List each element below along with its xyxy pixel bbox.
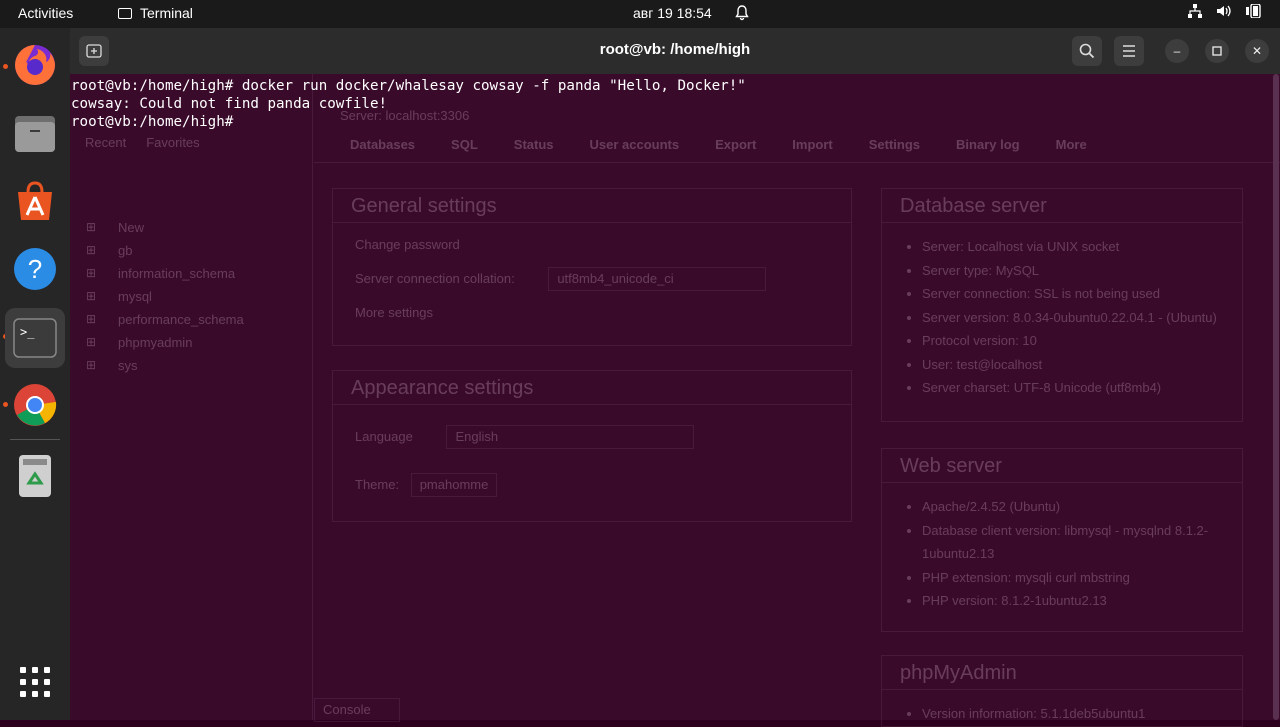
ghost-list-item: Server connection: SSL is not being used bbox=[922, 282, 1242, 306]
firefox-icon[interactable] bbox=[11, 41, 59, 89]
ghost-collation-select: utf8mb4_unicode_ci bbox=[548, 267, 767, 291]
terminal-line: cowsay: Could not find panda cowfile! bbox=[71, 96, 388, 112]
ghost-appearance-settings: Appearance settings Language English The… bbox=[332, 370, 852, 522]
bell-icon[interactable] bbox=[735, 5, 749, 24]
search-icon bbox=[1079, 43, 1095, 59]
search-button[interactable] bbox=[1072, 36, 1102, 66]
app-name-label: Terminal bbox=[140, 5, 193, 21]
terminal-scrollbar[interactable] bbox=[1272, 74, 1280, 720]
app-menu[interactable]: Terminal bbox=[118, 5, 193, 21]
top-bar: Activities Terminal авг 19 18:54 bbox=[0, 0, 1280, 28]
ghost-web-server-list: Apache/2.4.52 (Ubuntu) Database client v… bbox=[882, 495, 1242, 613]
ghost-tab: More bbox=[1055, 136, 1087, 152]
ghost-tab: SQL bbox=[451, 136, 478, 152]
network-icon bbox=[1188, 4, 1202, 18]
ghost-list-item: Database client version: libmysql - mysq… bbox=[922, 519, 1242, 566]
background-browser-page: Recent Favorites New gb information_sche… bbox=[70, 74, 1280, 727]
terminal-icon[interactable]: >_ bbox=[5, 308, 65, 368]
ghost-list-item: Protocol version: 10 bbox=[922, 329, 1242, 353]
ghost-language-label: Language bbox=[355, 429, 413, 444]
ghost-pma-list: Version information: 5.1.1deb5ubuntu1 bbox=[882, 702, 1242, 726]
minimize-button[interactable]: – bbox=[1165, 39, 1189, 63]
ghost-db-item: performance_schema bbox=[86, 312, 244, 335]
ghost-collation-label: Server connection collation: bbox=[355, 271, 515, 286]
app-center-icon[interactable] bbox=[11, 177, 59, 225]
power-icon bbox=[1246, 4, 1261, 18]
ghost-tab: Settings bbox=[868, 136, 921, 152]
terminal-line: root@vb:/home/high# bbox=[71, 114, 242, 130]
ghost-panel-title: Appearance settings bbox=[333, 371, 851, 405]
ghost-db-item: New bbox=[86, 220, 244, 243]
svg-text:>_: >_ bbox=[20, 325, 35, 339]
terminal-window: root@vb: /home/high – ✕ Recent Favorites… bbox=[70, 28, 1280, 727]
ghost-favorites-tab: Favorites bbox=[146, 135, 200, 150]
clock[interactable]: авг 19 18:54 bbox=[633, 5, 712, 21]
ghost-tab: Databases bbox=[350, 136, 416, 152]
volume-icon bbox=[1217, 5, 1231, 17]
ghost-theme-label: Theme: bbox=[355, 477, 400, 492]
ghost-list-item: Server type: MySQL bbox=[922, 259, 1242, 283]
dock-separator bbox=[10, 439, 60, 440]
ghost-panel-title: Database server bbox=[882, 189, 1242, 223]
ghost-list-item: Version information: 5.1.1deb5ubuntu1 bbox=[922, 702, 1242, 726]
terminal-output[interactable]: root@vb:/home/high# docker run docker/wh… bbox=[71, 77, 746, 131]
ghost-console-button: Console bbox=[314, 698, 400, 722]
dock: ? >_ bbox=[0, 28, 70, 720]
terminal-small-icon bbox=[118, 7, 132, 19]
apps-grid-icon[interactable] bbox=[11, 658, 59, 706]
ghost-list-item: Server charset: UTF-8 Unicode (utf8mb4) bbox=[922, 376, 1242, 400]
ghost-language-select: English bbox=[446, 425, 695, 449]
ghost-db-item: sys bbox=[86, 358, 244, 381]
hamburger-icon bbox=[1123, 45, 1135, 57]
ghost-list-item: PHP extension: mysqli curl mbstring bbox=[922, 566, 1242, 590]
running-indicator bbox=[3, 402, 8, 407]
ghost-tab: Export bbox=[715, 136, 757, 152]
ghost-sidebar: Recent Favorites New gb information_sche… bbox=[70, 74, 313, 720]
ghost-db-item: gb bbox=[86, 243, 244, 266]
ghost-tab: Status bbox=[513, 136, 554, 152]
svg-text:?: ? bbox=[28, 254, 42, 284]
ghost-theme-row: Theme: pmahomme bbox=[333, 467, 851, 503]
ghost-list-item: Apache/2.4.52 (Ubuntu) bbox=[922, 495, 1242, 519]
ghost-collation-row: Server connection collation: utf8mb4_uni… bbox=[333, 261, 851, 297]
ghost-list-item: User: test@localhost bbox=[922, 353, 1242, 377]
ghost-list-item: PHP version: 8.1.2-1ubuntu2.13 bbox=[922, 589, 1242, 613]
trash-icon[interactable] bbox=[11, 452, 59, 500]
ghost-tab: User accounts bbox=[589, 136, 680, 152]
ghost-general-settings: General settings Change password Server … bbox=[332, 188, 852, 346]
close-button[interactable]: ✕ bbox=[1245, 39, 1269, 63]
title-bar[interactable]: root@vb: /home/high – ✕ bbox=[70, 28, 1280, 74]
running-indicator bbox=[3, 64, 8, 69]
ghost-theme-select: pmahomme bbox=[410, 473, 498, 497]
ghost-db-item: phpmyadmin bbox=[86, 335, 244, 358]
menu-button[interactable] bbox=[1114, 36, 1144, 66]
help-icon[interactable]: ? bbox=[11, 245, 59, 293]
ghost-more-settings: More settings bbox=[355, 305, 434, 320]
ghost-db-item: information_schema bbox=[86, 266, 244, 289]
ghost-db-server-list: Server: Localhost via UNIX socket Server… bbox=[882, 235, 1242, 400]
ghost-database-server: Database server Server: Localhost via UN… bbox=[881, 188, 1243, 422]
ghost-recent-tab: Recent bbox=[85, 135, 127, 150]
ghost-panel-title: phpMyAdmin bbox=[882, 656, 1242, 690]
ghost-change-password: Change password bbox=[355, 237, 460, 252]
ghost-web-server: Web server Apache/2.4.52 (Ubuntu) Databa… bbox=[881, 448, 1243, 632]
files-icon[interactable] bbox=[11, 109, 59, 157]
activities-button[interactable]: Activities bbox=[18, 5, 73, 21]
ghost-panel-title: Web server bbox=[882, 449, 1242, 483]
ghost-tabs: Databases SQL Status User accounts Expor… bbox=[314, 126, 1280, 163]
ghost-tab: Binary log bbox=[956, 136, 1020, 152]
ghost-list-item: Server version: 8.0.34-0ubuntu0.22.04.1 … bbox=[922, 306, 1242, 330]
scrollbar-thumb[interactable] bbox=[1273, 74, 1279, 720]
maximize-button[interactable] bbox=[1205, 39, 1229, 63]
ghost-database-tree: New gb information_schema mysql performa… bbox=[86, 220, 244, 381]
ghost-phpmyadmin-panel: phpMyAdmin Version information: 5.1.1deb… bbox=[881, 655, 1243, 727]
system-tray[interactable] bbox=[1188, 4, 1262, 18]
terminal-line: root@vb:/home/high# docker run docker/wh… bbox=[71, 78, 746, 94]
chrome-icon[interactable] bbox=[11, 381, 59, 429]
ghost-tab: Import bbox=[792, 136, 833, 152]
ghost-panel-title: General settings bbox=[333, 189, 851, 223]
ghost-list-item: Server: Localhost via UNIX socket bbox=[922, 235, 1242, 259]
ghost-db-item: mysql bbox=[86, 289, 244, 312]
ghost-language-row: Language English bbox=[333, 419, 851, 455]
